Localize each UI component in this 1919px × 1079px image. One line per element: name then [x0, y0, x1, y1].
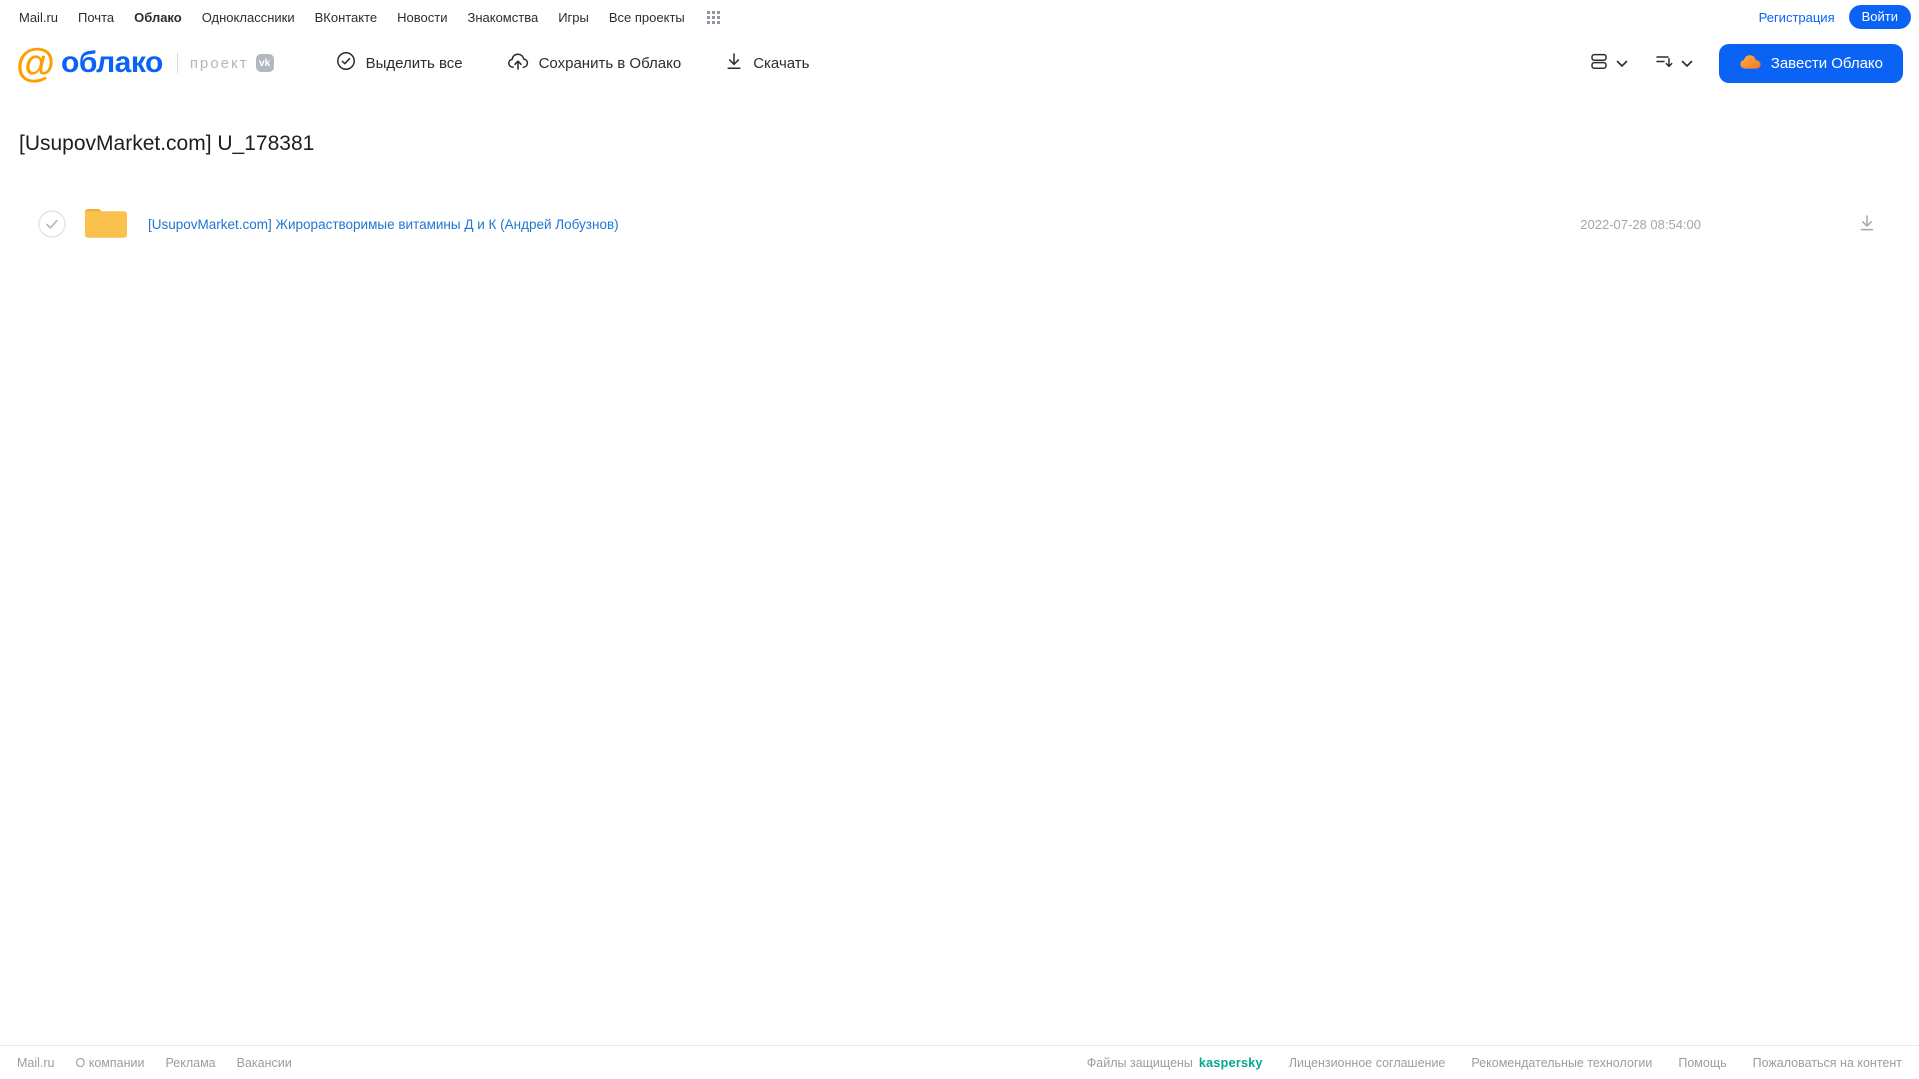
footer-right-links: Файлы защищены kaspersky Лицензионное со…: [1087, 1056, 1902, 1070]
footer-left-links: Mail.ru О компании Реклама Вакансии: [17, 1056, 292, 1070]
vk-badge-icon: vk: [255, 54, 274, 72]
project-label: проект: [189, 54, 249, 72]
cloud-logo[interactable]: @ облако проект vk: [16, 41, 274, 85]
footer-link-ads[interactable]: Реклама: [165, 1056, 215, 1070]
row-checkbox[interactable]: [38, 210, 66, 238]
protected-text: Файлы защищены: [1086, 1055, 1193, 1070]
nav-item-odnoklassniki[interactable]: Одноклассники: [202, 10, 295, 25]
page-title: [UsupovMarket.com] U_178381: [19, 132, 315, 155]
file-toolbar: Выделить все Сохранить в Облако Скачать: [336, 51, 809, 75]
file-row[interactable]: [UsupovMarket.com] Жирорастворимые витам…: [16, 200, 1903, 248]
mailru-at-icon: @: [16, 41, 56, 85]
logo-divider: [176, 53, 178, 73]
nav-item-pochta[interactable]: Почта: [78, 10, 114, 25]
nav-item-znakomstva[interactable]: Знакомства: [467, 10, 538, 25]
file-name-link[interactable]: [UsupovMarket.com] Жирорастворимые витам…: [148, 217, 619, 232]
footer-link-jobs[interactable]: Вакансии: [237, 1056, 292, 1070]
nav-item-vkontakte[interactable]: ВКонтакте: [315, 10, 378, 25]
main-content: [UsupovMarket.com] U_178381 [UsupovMarke…: [0, 132, 1919, 248]
nav-item-oblako[interactable]: Облако: [134, 10, 182, 25]
sort-dropdown[interactable]: [1654, 52, 1693, 74]
nav-item-mailru[interactable]: Mail.ru: [19, 10, 58, 25]
select-all-label: Выделить все: [365, 54, 463, 72]
chevron-down-icon: [1681, 56, 1693, 71]
folder-icon: [83, 203, 129, 246]
select-all-button[interactable]: Выделить все: [336, 51, 463, 75]
footer-link-company[interactable]: О компании: [76, 1056, 145, 1070]
download-icon: [725, 51, 743, 75]
portal-nav: Mail.ru Почта Облако Одноклассники ВКонт…: [0, 0, 1919, 34]
chevron-down-icon: [1616, 56, 1628, 71]
file-date: 2022-07-28 08:54:00: [1580, 216, 1701, 232]
apps-grid-icon[interactable]: [706, 10, 720, 24]
footer-link-mailru[interactable]: Mail.ru: [17, 1056, 55, 1070]
nav-item-vse-proekty[interactable]: Все проекты: [609, 10, 685, 25]
kaspersky-protection: Файлы защищены kaspersky: [1087, 1056, 1263, 1070]
save-to-cloud-button[interactable]: Сохранить в Облако: [507, 51, 682, 75]
download-icon: [1857, 213, 1877, 236]
sort-icon: [1654, 52, 1674, 74]
download-label: Скачать: [753, 54, 810, 72]
portal-nav-links: Mail.ru Почта Облако Одноклассники ВКонт…: [19, 10, 720, 25]
login-button[interactable]: Войти: [1848, 5, 1911, 29]
list-view-icon: [1589, 52, 1609, 74]
row-download-button[interactable]: [1857, 213, 1877, 236]
view-mode-dropdown[interactable]: [1589, 52, 1628, 74]
kaspersky-logo[interactable]: kaspersky: [1199, 1056, 1263, 1070]
get-cloud-label: Завести Облако: [1770, 54, 1883, 72]
nav-item-igry[interactable]: Игры: [558, 10, 589, 25]
cloud-upload-icon: [507, 51, 529, 75]
registration-link[interactable]: Регистрация: [1759, 10, 1835, 25]
portal-nav-right: Регистрация Войти: [1759, 5, 1911, 29]
footer-link-recommendations[interactable]: Рекомендательные технологии: [1471, 1056, 1652, 1070]
logo-wordmark: облако: [61, 46, 163, 79]
nav-item-novosti[interactable]: Новости: [397, 10, 447, 25]
orange-cloud-icon: [1739, 53, 1762, 74]
get-cloud-button[interactable]: Завести Облако: [1718, 43, 1903, 83]
download-button[interactable]: Скачать: [725, 51, 809, 75]
footer-link-help[interactable]: Помощь: [1678, 1056, 1726, 1070]
header-right-controls: Завести Облако: [1589, 43, 1903, 83]
save-to-cloud-label: Сохранить в Облако: [538, 54, 682, 72]
check-circle-icon: [336, 51, 356, 75]
footer-link-report[interactable]: Пожаловаться на контент: [1753, 1056, 1902, 1070]
footer-link-license[interactable]: Лицензионное соглашение: [1289, 1056, 1446, 1070]
header: @ облако проект vk Выделить все Сохранит…: [0, 34, 1919, 92]
footer: Mail.ru О компании Реклама Вакансии Файл…: [0, 1045, 1919, 1079]
